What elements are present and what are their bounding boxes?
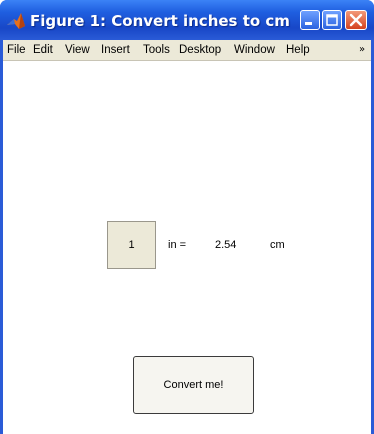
menu-help[interactable]: Help: [286, 40, 310, 60]
inches-input[interactable]: 1: [107, 221, 156, 269]
menu-bar: File Edit View Insert Tools Desktop Wind…: [3, 40, 371, 61]
menu-view[interactable]: View: [65, 40, 90, 60]
close-icon: [349, 13, 363, 27]
maximize-icon: [326, 14, 338, 26]
matlab-icon: [6, 11, 26, 31]
menu-file[interactable]: File: [7, 40, 26, 60]
minimize-icon: [305, 22, 312, 25]
menu-edit[interactable]: Edit: [33, 40, 53, 60]
close-button[interactable]: [345, 10, 367, 30]
input-unit-label: in =: [168, 239, 187, 251]
menu-tools[interactable]: Tools: [143, 40, 170, 60]
menu-desktop[interactable]: Desktop: [179, 40, 221, 60]
result-value: 2.54: [215, 239, 237, 251]
title-bar[interactable]: Figure 1: Convert inches to cm: [0, 0, 374, 40]
maximize-button[interactable]: [322, 10, 342, 30]
convert-button[interactable]: Convert me!: [133, 356, 254, 414]
minimize-button[interactable]: [300, 10, 320, 30]
window-title: Figure 1: Convert inches to cm: [30, 12, 290, 30]
menu-insert[interactable]: Insert: [101, 40, 130, 60]
chevron-right-icon[interactable]: »: [359, 40, 365, 60]
menu-window[interactable]: Window: [234, 40, 275, 60]
figure-window: Figure 1: Convert inches to cm File Edit…: [0, 0, 374, 434]
figure-client-area: File Edit View Insert Tools Desktop Wind…: [3, 40, 371, 434]
figure-canvas: 1 in = 2.54 cm Convert me!: [3, 61, 371, 434]
result-unit-label: cm: [270, 239, 285, 251]
